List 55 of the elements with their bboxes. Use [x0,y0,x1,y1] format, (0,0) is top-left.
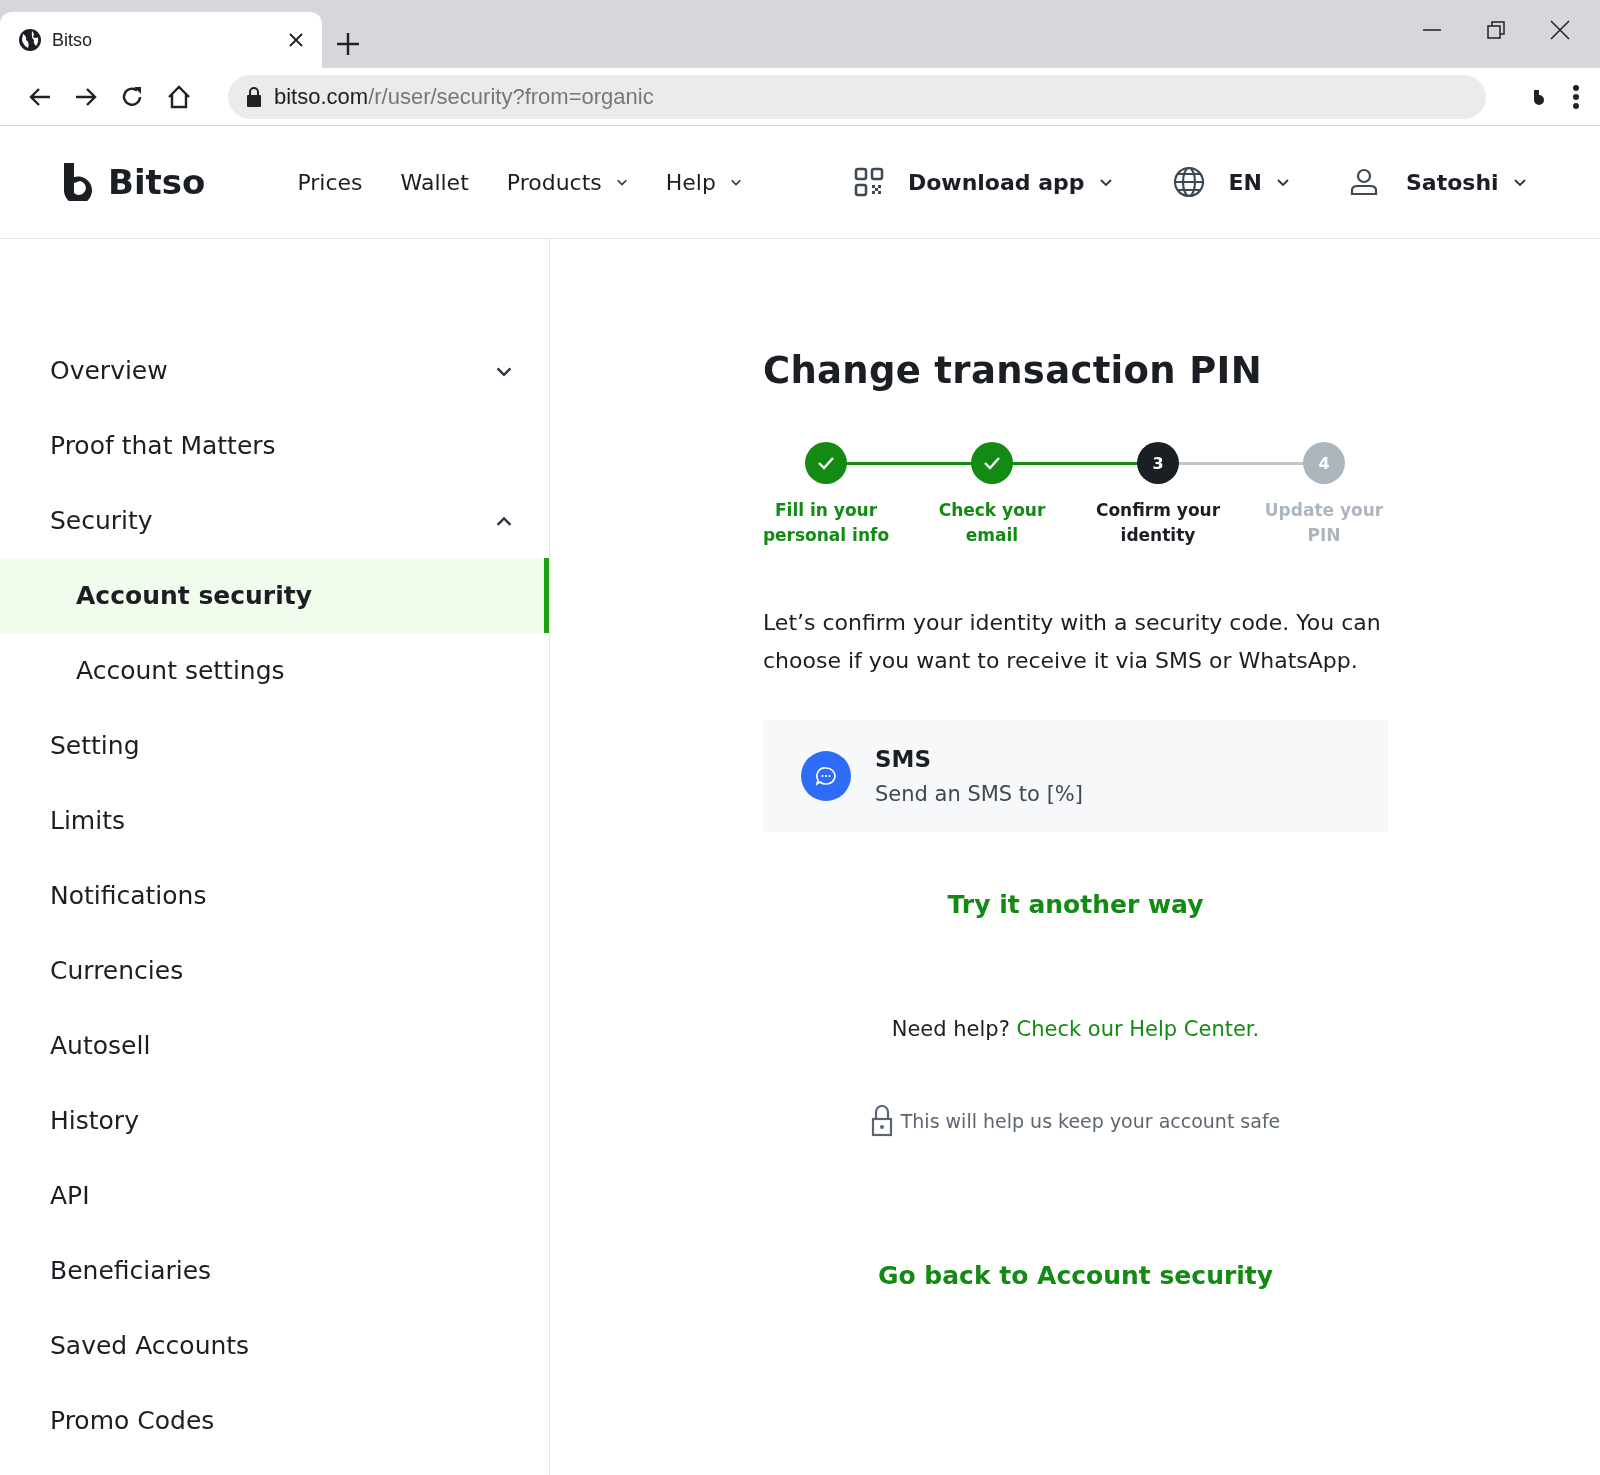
step-label: Update your PIN [1263,499,1385,547]
nav-link[interactable]: Wallet [400,169,469,195]
address-bar[interactable]: bitso.com/r/user/security?from=organic [228,74,1486,119]
option-subtitle: Send an SMS to [%] [875,782,1083,806]
safety-note: This will help us keep your account safe [900,1110,1281,1132]
download-app-menu[interactable]: Download app [853,167,1113,197]
nav-link[interactable]: Products [506,169,628,195]
reload-icon[interactable] [120,84,144,109]
step-number: 3 [1137,442,1179,484]
close-icon[interactable] [1550,20,1570,40]
sidebar-item[interactable]: Limits [0,783,549,858]
nav-link[interactable]: Help [665,169,742,195]
sms-option-card[interactable]: SMS Send an SMS to [%] [763,720,1388,832]
description-text: Let’s confirm your identity with a security code. You can choose if you want to receive it via SMS or WhatsApp. [763,609,1382,675]
sidebar-item[interactable]: Proof that Matters [0,408,549,483]
try-another-way-link[interactable]: Try it another way [947,890,1204,919]
close-icon[interactable] [288,32,304,48]
restore-icon[interactable] [1486,20,1506,40]
sidebar-item[interactable]: Promo Codes [0,1383,549,1458]
new-tab-icon[interactable] [336,32,360,56]
option-title: SMS [875,746,933,772]
sidebar-item[interactable]: Saved Accounts [0,1308,549,1383]
sidebar-item[interactable]: Autosell [0,1008,549,1083]
sidebar-subitem[interactable]: Account security [0,558,549,633]
page-title: Change transaction PIN [763,349,1263,392]
sidebar-item[interactable]: Overview [0,333,549,408]
sidebar-item[interactable]: API [0,1158,549,1233]
person-icon [1350,168,1378,196]
step-label: Fill in your personal info [762,499,890,547]
home-icon[interactable] [166,83,192,110]
step-label: Confirm your identity [1094,499,1222,547]
sidebar-item[interactable]: Security [0,483,549,558]
help-center-link[interactable]: Check our Help Center. [1016,1017,1260,1041]
back-link[interactable]: Go back to Account security [877,1261,1274,1290]
qr-code-icon [853,167,884,197]
sidebar-item[interactable]: Beneficiaries [0,1233,549,1308]
globe-icon [1172,166,1205,198]
step-number: 4 [1303,442,1345,484]
logo-text[interactable]: Bitso [108,162,206,202]
menu-icon[interactable] [1572,83,1580,110]
sidebar-item[interactable]: Currencies [0,933,549,1008]
step-label: Check your email [937,499,1047,547]
chat-bubble-icon [801,751,851,801]
globe-icon [18,28,42,52]
sidebar-item[interactable]: History [0,1083,549,1158]
browser-tab[interactable]: Bitso [0,12,322,68]
nav-link[interactable]: Prices [297,169,363,195]
help-text: Need help? [891,1017,1010,1041]
sidebar-item[interactable]: Setting [0,708,549,783]
language-menu[interactable]: EN [1172,166,1290,198]
sidebar-item[interactable]: Notifications [0,858,549,933]
lock-icon [246,86,262,107]
lock-icon [870,1105,893,1137]
sidebar-subitem[interactable]: Account settings [0,633,549,708]
user-menu[interactable]: Satoshi [1350,168,1527,196]
